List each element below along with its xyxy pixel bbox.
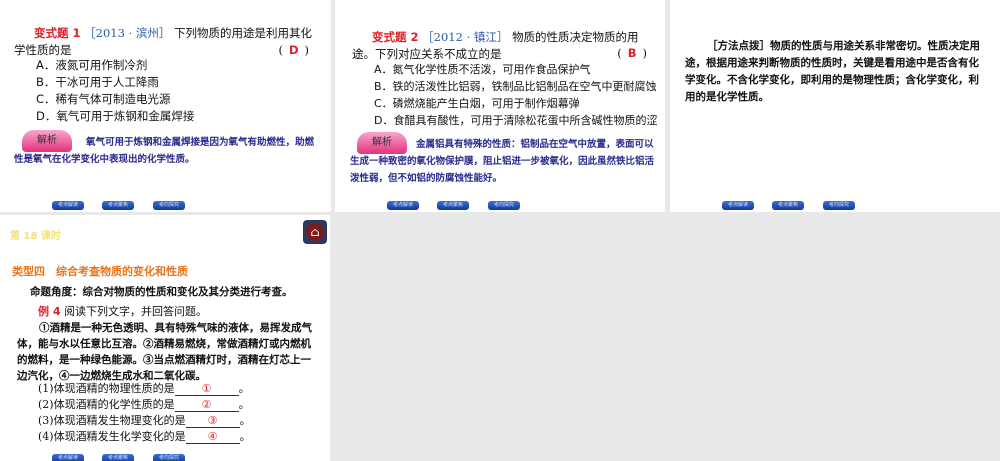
- question: 变式题 2 ［2012 · 镇江］ 物质的性质决定物质的用途。下列对应关系不成立…: [352, 29, 652, 63]
- option-a: A．氮气化学性质不活泼，可用作食品保护气: [374, 63, 591, 76]
- sub-question-4: (4)体现酒精发生化学变化的是 ④。: [38, 430, 251, 444]
- answer: (B): [617, 46, 647, 60]
- nav-button-1[interactable]: 考点解读: [52, 201, 84, 210]
- home-button[interactable]: ⌂: [303, 220, 327, 244]
- option-d: D．氧气可用于炼钢和金属焊接: [36, 109, 195, 123]
- method-tip: ［方法点拨］物质的性质与用途关系非常密切。性质决定用途，根据用途来判断物质的性质…: [685, 38, 985, 106]
- explanation: 氧气可用于炼钢和金属焊接是因为氧气有助燃性，助燃性是氧气在化学变化中表现出的化学…: [14, 137, 315, 165]
- section-heading: 类型四 综合考查物质的变化和性质: [12, 265, 188, 278]
- slide-variant-2: 变式题 2 ［2012 · 镇江］ 物质的性质决定物质的用途。下列对应关系不成立…: [335, 0, 665, 212]
- option-b: B．干冰可用于人工降雨: [36, 75, 159, 89]
- option-c: C．稀有气体可制造电光源: [36, 92, 171, 106]
- nav-button-3[interactable]: 考向探究: [488, 201, 520, 210]
- example-label: 例 4: [38, 305, 61, 318]
- answer: (D): [278, 43, 309, 57]
- nav-button-2[interactable]: 考点聚焦: [102, 201, 134, 210]
- question-source: ［2013 · 滨州］: [84, 26, 171, 40]
- nav-button-2[interactable]: 考点聚焦: [437, 201, 469, 210]
- option-a: A．液氮可用作制冷剂: [36, 58, 148, 72]
- question-label: 变式题 1: [34, 26, 81, 40]
- option-c: C．磷燃烧能产生白烟，可用于制作烟幕弹: [374, 97, 580, 110]
- slide-variant-1: 变式题 1 ［2013 · 滨州］ 下列物质的用途是利用其化学性质的是 (D) …: [0, 0, 331, 212]
- options: A．液氮可用作制冷剂 B．干冰可用于人工降雨 C．稀有气体可制造电光源 D．氧气…: [14, 57, 194, 125]
- answer-blank-1[interactable]: ①: [174, 382, 239, 396]
- nav-button-1[interactable]: 考点解读: [387, 201, 419, 210]
- sub-questions: (1)体现酒精的物理性质的是 ①。 (2)体现酒精的化学性质的是 ②。 (3)体现酒…: [38, 381, 251, 445]
- slide-method-tip: ［方法点拨］物质的性质与用途关系非常密切。性质决定用途，根据用途来判断物质的性质…: [670, 0, 1000, 212]
- question-angle: 命题角度：综合对物质的性质和变化及其分类进行考查。: [30, 286, 293, 298]
- question: 变式题 1 ［2013 · 滨州］ 下列物质的用途是利用其化学性质的是: [14, 25, 319, 59]
- answer-blank-3[interactable]: ③: [185, 414, 240, 428]
- example-prompt: 阅读下列文字，并回答问题。: [63, 305, 207, 318]
- home-icon: ⌂: [306, 223, 324, 241]
- nav-button-2[interactable]: 考点聚焦: [772, 201, 804, 210]
- answer-blank-4[interactable]: ④: [185, 430, 240, 444]
- option-b: B．铁的活泼性比铝弱，铁制品比铝制品在空气中更耐腐蚀: [374, 80, 657, 93]
- lesson-label: 第 18 课时: [10, 231, 61, 242]
- nav-button-2[interactable]: 考点聚焦: [102, 454, 134, 461]
- nav-button-1[interactable]: 考点解读: [52, 454, 84, 461]
- example-header: 例 4 阅读下列文字，并回答问题。: [38, 303, 207, 320]
- sub-question-3: (3)体现酒精发生物理变化的是 ③。: [38, 414, 251, 428]
- sub-question-1: (1)体现酒精的物理性质的是 ①。: [38, 382, 250, 396]
- method-tip-label: ［方法点拨］: [707, 40, 770, 52]
- nav-button-3[interactable]: 考向探究: [823, 201, 855, 210]
- nav-button-1[interactable]: 考点解读: [722, 201, 754, 210]
- slide-example-4: 第 18 课时 ⌂ 类型四 综合考查物质的变化和性质 命题角度：综合对物质的性质…: [0, 215, 330, 461]
- nav-button-3[interactable]: 考向探究: [153, 454, 185, 461]
- answer-blank-2[interactable]: ②: [174, 398, 239, 412]
- nav-button-3[interactable]: 考向探究: [153, 201, 185, 210]
- sub-question-2: (2)体现酒精的化学性质的是 ②。: [38, 398, 250, 412]
- question-label: 变式题 2: [372, 30, 419, 44]
- question-source: ［2012 · 镇江］: [422, 30, 509, 44]
- passage: ①酒精是一种无色透明、具有特殊气味的液体，易挥发成气体，能与水以任意比互溶。②酒…: [17, 322, 312, 382]
- explanation: 金属铝具有特殊的性质：铝制品在空气中放置，表面可以生成一种致密的氧化物保护膜，阻…: [350, 139, 655, 184]
